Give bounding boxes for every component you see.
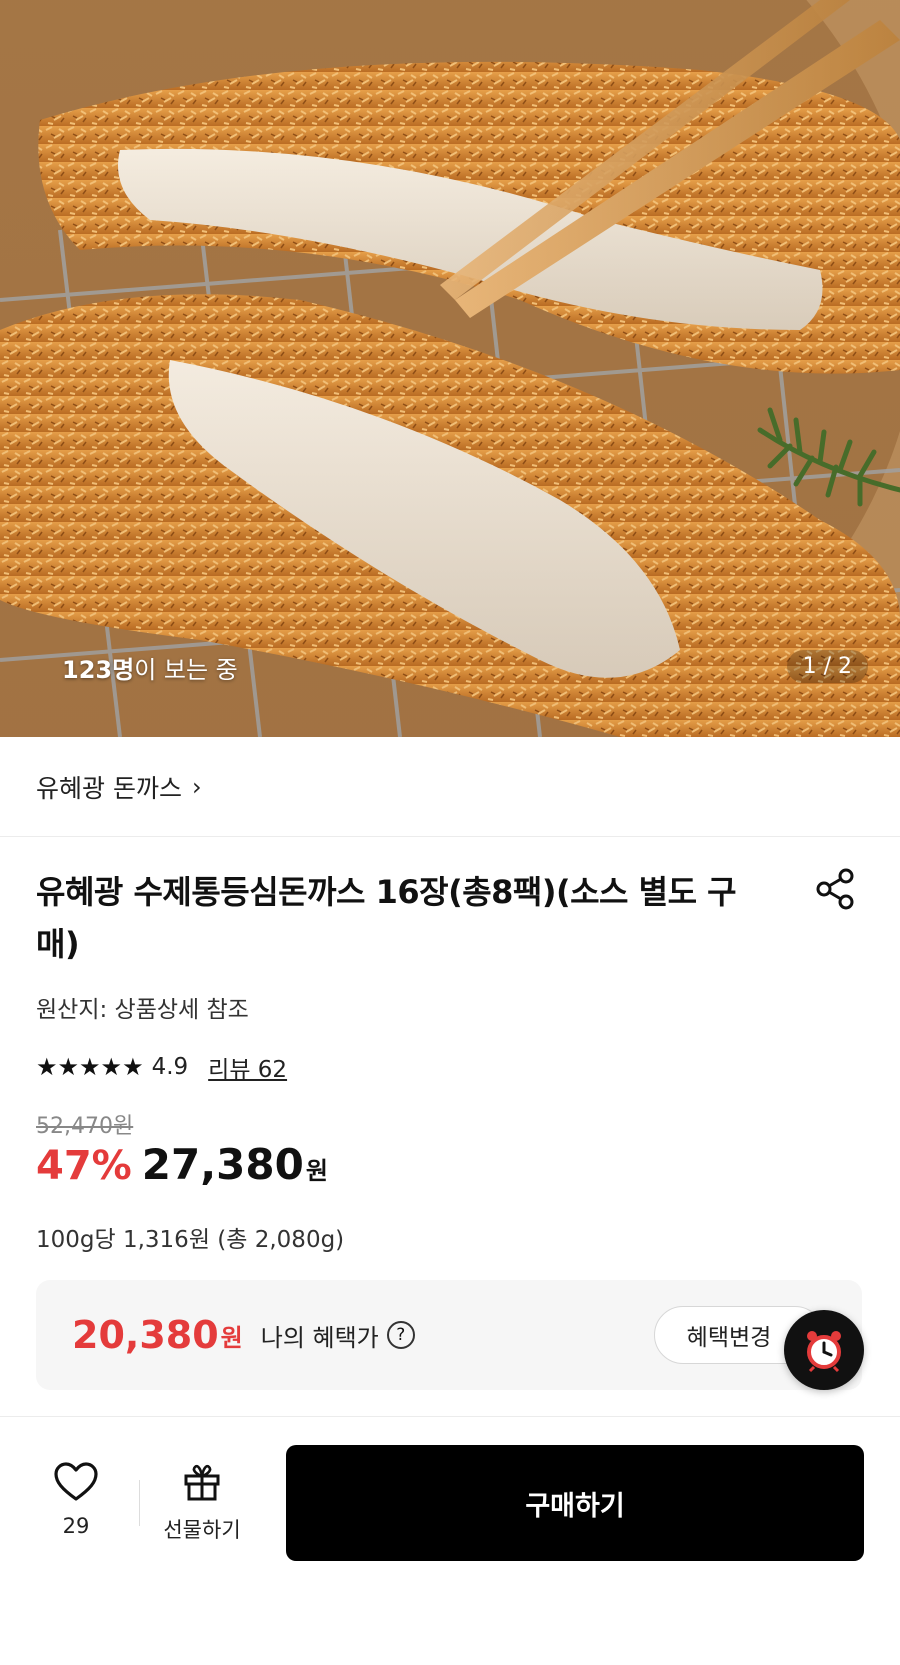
viewers-indicator: 123명이 보는 중 [62, 650, 238, 685]
product-photo [0, 0, 900, 737]
share-icon [816, 868, 854, 910]
share-button[interactable] [812, 866, 858, 912]
gift-label: 선물하기 [163, 1518, 241, 1542]
star-rating-icon: ★★★★★ [36, 1053, 144, 1081]
alarm-clock-icon [807, 1331, 841, 1373]
heart-icon [54, 1462, 98, 1501]
brand-name: 유혜광 돈까스 [36, 773, 182, 803]
alarm-button[interactable] [784, 1310, 864, 1390]
unit-price: 100g당 1,316원 (총 2,080g) [36, 1227, 345, 1253]
wishlist-button[interactable]: 29 [44, 1462, 108, 1538]
image-page-counter: 1 / 2 [786, 650, 868, 683]
brand-link[interactable]: 유혜광 돈까스 › [0, 737, 900, 837]
chevron-right-icon: › [191, 772, 202, 801]
sale-price-unit: 원 [305, 1157, 328, 1185]
gift-button[interactable]: 선물하기 [150, 1462, 254, 1544]
sale-price: 27,380 [141, 1140, 304, 1189]
review-link[interactable]: 리뷰 62 [208, 1050, 287, 1084]
product-image-carousel[interactable]: 123명이 보는 중 1 / 2 [0, 0, 900, 737]
benefit-price-unit: 원 [220, 1323, 243, 1352]
discount-rate: 47% [36, 1143, 132, 1189]
bottom-bar-separator [139, 1480, 140, 1526]
price-row: 47% 27,380 원 [36, 1140, 328, 1189]
viewers-count: 123명 [62, 656, 135, 684]
rating-score: 4.9 [151, 1054, 189, 1080]
help-icon[interactable]: ? [386, 1321, 415, 1349]
origin-info: 원산지: 상품상세 참조 [36, 997, 249, 1023]
viewers-suffix: 이 보는 중 [134, 656, 238, 684]
product-title: 유혜광 수제통등심돈까스 16장(총8팩)(소스 별도 구매) [36, 873, 737, 963]
rating-row: ★★★★★ 4.9 리뷰 62 [36, 1050, 287, 1084]
benefit-label: 나의 혜택가 [260, 1323, 379, 1352]
wishlist-count: 29 [62, 1514, 90, 1538]
gift-icon [184, 1464, 220, 1501]
original-price: 52,470원 [36, 1114, 134, 1139]
buy-button[interactable]: 구매하기 [286, 1445, 864, 1561]
section-divider [0, 1416, 900, 1417]
benefit-price: 20,380 [72, 1313, 219, 1357]
